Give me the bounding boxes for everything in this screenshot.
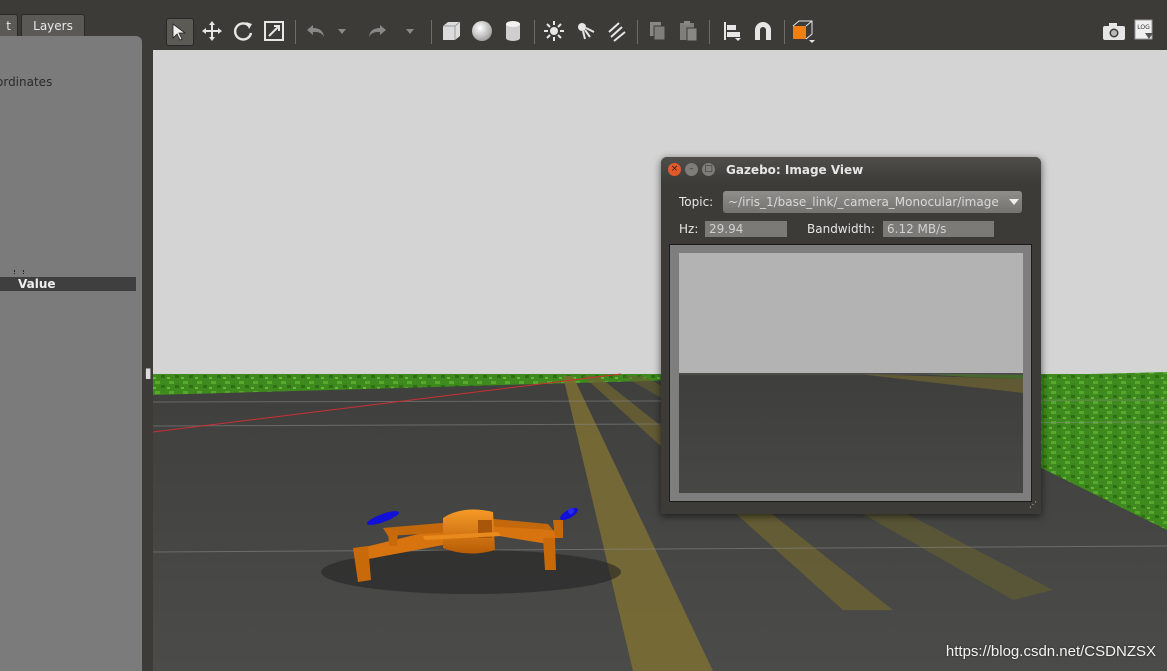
view-angle-icon[interactable] bbox=[790, 18, 816, 44]
snap-icon[interactable] bbox=[750, 18, 776, 44]
select-arrow-icon[interactable] bbox=[166, 18, 194, 46]
log-label: LOG bbox=[1137, 24, 1150, 31]
left-panel: t Layers ordinates Value bbox=[0, 0, 150, 671]
redo-icon[interactable] bbox=[364, 18, 390, 44]
dialog-titlebar[interactable]: × – □ Gazebo: Image View bbox=[661, 157, 1041, 183]
scale-icon[interactable] bbox=[261, 18, 287, 44]
copy-icon[interactable] bbox=[644, 18, 670, 44]
watermark: https://blog.csdn.net/CSDNZSX bbox=[945, 643, 1156, 660]
value-column-header[interactable]: Value bbox=[0, 277, 136, 291]
minimize-icon[interactable]: – bbox=[685, 163, 698, 176]
tab-layers[interactable]: Layers bbox=[21, 14, 85, 36]
sphere-shape-icon[interactable] bbox=[469, 18, 495, 44]
close-icon[interactable]: × bbox=[668, 163, 681, 176]
panel-splitter[interactable] bbox=[142, 0, 153, 671]
camera-image bbox=[679, 253, 1023, 493]
property-panel: ordinates Value bbox=[0, 36, 142, 671]
bandwidth-field: 6.12 MB/s bbox=[883, 221, 994, 237]
undo-icon[interactable] bbox=[303, 18, 329, 44]
log-icon[interactable]: LOG bbox=[1131, 18, 1157, 44]
hz-field: 29.94 bbox=[705, 221, 787, 237]
dialog-title: Gazebo: Image View bbox=[726, 163, 864, 177]
hz-label: Hz: bbox=[679, 222, 699, 236]
resize-grip-icon[interactable]: ⋰ bbox=[1029, 501, 1039, 512]
maximize-icon[interactable]: □ bbox=[702, 163, 715, 176]
property-label: ordinates bbox=[0, 75, 53, 89]
splitter-grip-icon[interactable]: ▪ ▪ ▪ bbox=[145, 367, 151, 382]
chevron-down-icon[interactable] bbox=[1009, 199, 1019, 205]
redo-dropdown-icon[interactable] bbox=[403, 18, 417, 44]
undo-dropdown-icon[interactable] bbox=[335, 18, 349, 44]
column-resize-handle[interactable] bbox=[14, 270, 24, 274]
translate-icon[interactable] bbox=[199, 18, 225, 44]
box-shape-icon[interactable] bbox=[438, 18, 464, 44]
screenshot-icon[interactable] bbox=[1101, 18, 1127, 44]
rotate-icon[interactable] bbox=[230, 18, 256, 44]
align-icon[interactable] bbox=[719, 18, 745, 44]
cylinder-shape-icon[interactable] bbox=[500, 18, 526, 44]
image-view-dialog: × – □ Gazebo: Image View Topic: ~/iris_1… bbox=[661, 157, 1041, 514]
topic-label: Topic: bbox=[679, 195, 714, 209]
bandwidth-label: Bandwidth: bbox=[807, 222, 875, 236]
paste-icon[interactable] bbox=[675, 18, 701, 44]
image-frame bbox=[669, 244, 1032, 502]
topic-select[interactable]: ~/iris_1/base_link/_camera_Monocular/ima… bbox=[723, 191, 1022, 213]
directional-light-icon[interactable] bbox=[603, 18, 629, 44]
value-column-label: Value bbox=[18, 277, 56, 291]
toolbar: LOG bbox=[153, 0, 1167, 50]
spot-light-icon[interactable] bbox=[572, 18, 598, 44]
tab-world[interactable]: t bbox=[0, 14, 18, 36]
point-light-icon[interactable] bbox=[541, 18, 567, 44]
topic-value: ~/iris_1/base_link/_camera_Monocular/ima… bbox=[728, 195, 999, 209]
